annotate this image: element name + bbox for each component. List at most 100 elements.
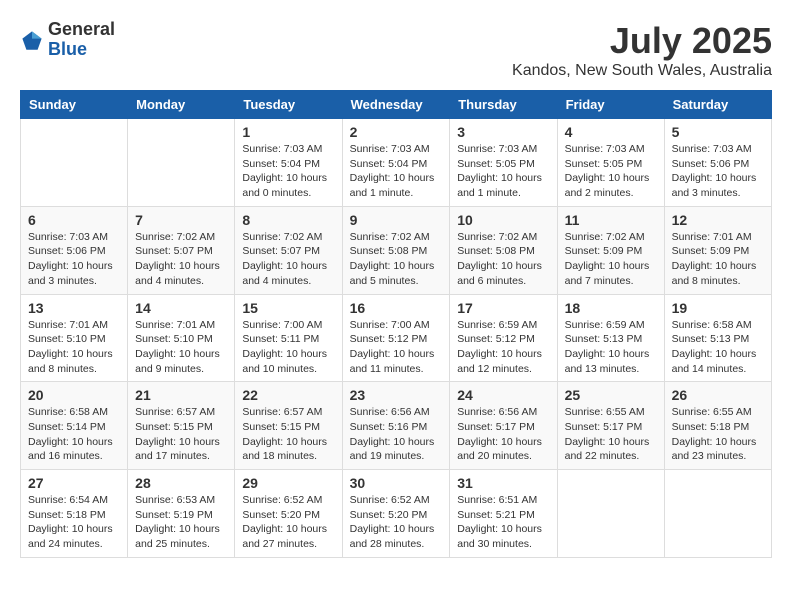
day-info: Sunrise: 6:55 AMSunset: 5:18 PMDaylight:… [672, 405, 764, 464]
day-number: 12 [672, 212, 764, 228]
table-row: 23 Sunrise: 6:56 AMSunset: 5:16 PMDaylig… [342, 382, 450, 470]
day-info: Sunrise: 7:02 AMSunset: 5:09 PMDaylight:… [565, 230, 657, 289]
table-row: 22 Sunrise: 6:57 AMSunset: 5:15 PMDaylig… [235, 382, 342, 470]
day-number: 28 [135, 475, 227, 491]
day-info: Sunrise: 6:57 AMSunset: 5:15 PMDaylight:… [242, 405, 334, 464]
table-row: 14 Sunrise: 7:01 AMSunset: 5:10 PMDaylig… [128, 294, 235, 382]
table-row: 2 Sunrise: 7:03 AMSunset: 5:04 PMDayligh… [342, 119, 450, 207]
day-info: Sunrise: 7:03 AMSunset: 5:05 PMDaylight:… [565, 142, 657, 201]
day-number: 31 [457, 475, 549, 491]
day-info: Sunrise: 6:52 AMSunset: 5:20 PMDaylight:… [242, 493, 334, 552]
location-title: Kandos, New South Wales, Australia [512, 62, 772, 80]
day-info: Sunrise: 6:58 AMSunset: 5:14 PMDaylight:… [28, 405, 120, 464]
day-info: Sunrise: 6:52 AMSunset: 5:20 PMDaylight:… [350, 493, 443, 552]
table-row: 21 Sunrise: 6:57 AMSunset: 5:15 PMDaylig… [128, 382, 235, 470]
table-row: 26 Sunrise: 6:55 AMSunset: 5:18 PMDaylig… [664, 382, 771, 470]
table-row: 5 Sunrise: 7:03 AMSunset: 5:06 PMDayligh… [664, 119, 771, 207]
logo-icon [20, 29, 44, 53]
day-info: Sunrise: 6:54 AMSunset: 5:18 PMDaylight:… [28, 493, 120, 552]
day-info: Sunrise: 7:02 AMSunset: 5:08 PMDaylight:… [457, 230, 549, 289]
day-number: 11 [565, 212, 657, 228]
table-row: 6 Sunrise: 7:03 AMSunset: 5:06 PMDayligh… [21, 206, 128, 294]
table-row: 9 Sunrise: 7:02 AMSunset: 5:08 PMDayligh… [342, 206, 450, 294]
header-thursday: Thursday [450, 91, 557, 119]
logo-text: General Blue [48, 20, 115, 60]
day-number: 30 [350, 475, 443, 491]
day-info: Sunrise: 7:03 AMSunset: 5:05 PMDaylight:… [457, 142, 549, 201]
day-number: 7 [135, 212, 227, 228]
day-number: 17 [457, 300, 549, 316]
header-friday: Friday [557, 91, 664, 119]
table-row: 20 Sunrise: 6:58 AMSunset: 5:14 PMDaylig… [21, 382, 128, 470]
header-tuesday: Tuesday [235, 91, 342, 119]
calendar-week-row: 20 Sunrise: 6:58 AMSunset: 5:14 PMDaylig… [21, 382, 772, 470]
day-info: Sunrise: 6:56 AMSunset: 5:17 PMDaylight:… [457, 405, 549, 464]
table-row: 3 Sunrise: 7:03 AMSunset: 5:05 PMDayligh… [450, 119, 557, 207]
table-row: 4 Sunrise: 7:03 AMSunset: 5:05 PMDayligh… [557, 119, 664, 207]
day-number: 9 [350, 212, 443, 228]
day-number: 13 [28, 300, 120, 316]
table-row: 1 Sunrise: 7:03 AMSunset: 5:04 PMDayligh… [235, 119, 342, 207]
table-row: 11 Sunrise: 7:02 AMSunset: 5:09 PMDaylig… [557, 206, 664, 294]
day-number: 3 [457, 124, 549, 140]
month-title: July 2025 [512, 20, 772, 62]
day-info: Sunrise: 6:56 AMSunset: 5:16 PMDaylight:… [350, 405, 443, 464]
day-info: Sunrise: 6:51 AMSunset: 5:21 PMDaylight:… [457, 493, 549, 552]
day-number: 19 [672, 300, 764, 316]
day-number: 15 [242, 300, 334, 316]
day-number: 2 [350, 124, 443, 140]
header-monday: Monday [128, 91, 235, 119]
day-number: 26 [672, 387, 764, 403]
day-info: Sunrise: 7:00 AMSunset: 5:12 PMDaylight:… [350, 318, 443, 377]
header-sunday: Sunday [21, 91, 128, 119]
day-info: Sunrise: 6:58 AMSunset: 5:13 PMDaylight:… [672, 318, 764, 377]
table-row [128, 119, 235, 207]
table-row: 28 Sunrise: 6:53 AMSunset: 5:19 PMDaylig… [128, 470, 235, 558]
calendar-week-row: 6 Sunrise: 7:03 AMSunset: 5:06 PMDayligh… [21, 206, 772, 294]
day-number: 6 [28, 212, 120, 228]
day-info: Sunrise: 6:55 AMSunset: 5:17 PMDaylight:… [565, 405, 657, 464]
table-row: 30 Sunrise: 6:52 AMSunset: 5:20 PMDaylig… [342, 470, 450, 558]
day-info: Sunrise: 7:02 AMSunset: 5:08 PMDaylight:… [350, 230, 443, 289]
day-number: 20 [28, 387, 120, 403]
table-row: 16 Sunrise: 7:00 AMSunset: 5:12 PMDaylig… [342, 294, 450, 382]
table-row: 18 Sunrise: 6:59 AMSunset: 5:13 PMDaylig… [557, 294, 664, 382]
day-info: Sunrise: 7:03 AMSunset: 5:04 PMDaylight:… [350, 142, 443, 201]
day-info: Sunrise: 7:03 AMSunset: 5:06 PMDaylight:… [28, 230, 120, 289]
table-row: 29 Sunrise: 6:52 AMSunset: 5:20 PMDaylig… [235, 470, 342, 558]
day-number: 24 [457, 387, 549, 403]
day-info: Sunrise: 6:59 AMSunset: 5:13 PMDaylight:… [565, 318, 657, 377]
day-number: 16 [350, 300, 443, 316]
logo-line1: General [48, 20, 115, 40]
day-info: Sunrise: 7:03 AMSunset: 5:04 PMDaylight:… [242, 142, 334, 201]
header-saturday: Saturday [664, 91, 771, 119]
day-info: Sunrise: 7:01 AMSunset: 5:10 PMDaylight:… [28, 318, 120, 377]
table-row: 10 Sunrise: 7:02 AMSunset: 5:08 PMDaylig… [450, 206, 557, 294]
table-row: 15 Sunrise: 7:00 AMSunset: 5:11 PMDaylig… [235, 294, 342, 382]
day-info: Sunrise: 7:02 AMSunset: 5:07 PMDaylight:… [135, 230, 227, 289]
table-row: 8 Sunrise: 7:02 AMSunset: 5:07 PMDayligh… [235, 206, 342, 294]
calendar-table: Sunday Monday Tuesday Wednesday Thursday… [20, 90, 772, 558]
table-row [664, 470, 771, 558]
day-info: Sunrise: 6:59 AMSunset: 5:12 PMDaylight:… [457, 318, 549, 377]
table-row: 13 Sunrise: 7:01 AMSunset: 5:10 PMDaylig… [21, 294, 128, 382]
logo-line2: Blue [48, 40, 115, 60]
day-number: 5 [672, 124, 764, 140]
table-row: 27 Sunrise: 6:54 AMSunset: 5:18 PMDaylig… [21, 470, 128, 558]
table-row: 19 Sunrise: 6:58 AMSunset: 5:13 PMDaylig… [664, 294, 771, 382]
page-header: General Blue July 2025 Kandos, New South… [20, 20, 772, 80]
header-wednesday: Wednesday [342, 91, 450, 119]
table-row: 17 Sunrise: 6:59 AMSunset: 5:12 PMDaylig… [450, 294, 557, 382]
day-number: 8 [242, 212, 334, 228]
day-info: Sunrise: 7:01 AMSunset: 5:09 PMDaylight:… [672, 230, 764, 289]
day-number: 4 [565, 124, 657, 140]
day-number: 1 [242, 124, 334, 140]
calendar-header-row: Sunday Monday Tuesday Wednesday Thursday… [21, 91, 772, 119]
logo: General Blue [20, 20, 115, 60]
day-info: Sunrise: 6:57 AMSunset: 5:15 PMDaylight:… [135, 405, 227, 464]
table-row: 12 Sunrise: 7:01 AMSunset: 5:09 PMDaylig… [664, 206, 771, 294]
title-area: July 2025 Kandos, New South Wales, Austr… [512, 20, 772, 80]
day-number: 23 [350, 387, 443, 403]
day-number: 29 [242, 475, 334, 491]
table-row: 7 Sunrise: 7:02 AMSunset: 5:07 PMDayligh… [128, 206, 235, 294]
